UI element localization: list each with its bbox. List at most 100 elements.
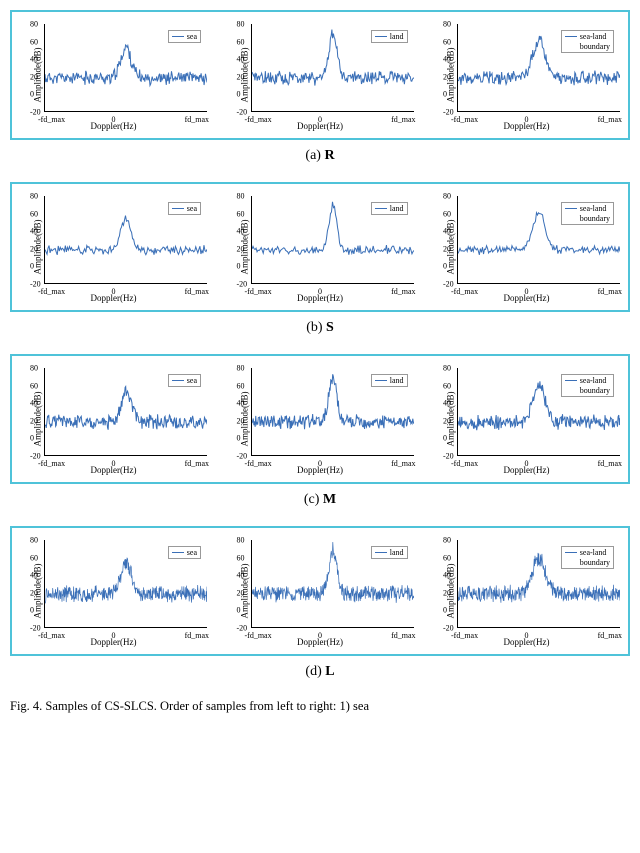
x-axis-label: Doppler(Hz) — [297, 465, 343, 475]
x-tick-left: -fd_max — [245, 287, 272, 296]
axes: sea — [44, 368, 207, 456]
legend-label: sea — [187, 204, 197, 213]
y-axis-label: Amplitude(dB) — [33, 392, 43, 447]
x-tick-left: -fd_max — [451, 459, 478, 468]
panel-R: sea-20020406080-fd_max0fd_maxAmplitude(d… — [10, 10, 630, 140]
y-axis-label: Amplitude(dB) — [239, 392, 249, 447]
subcaption-letter: M — [323, 492, 336, 507]
x-axis-label: Doppler(Hz) — [504, 121, 550, 131]
y-tick: 80 — [237, 364, 245, 373]
x-tick-left: -fd_max — [245, 459, 272, 468]
x-tick-right: fd_max — [185, 287, 209, 296]
y-tick: 80 — [237, 20, 245, 29]
legend-entry: sea — [172, 548, 197, 557]
x-tick-right: fd_max — [185, 459, 209, 468]
x-tick-left: -fd_max — [451, 287, 478, 296]
figure-caption: Fig. 4. Samples of CS-SLCS. Order of sam… — [10, 698, 630, 716]
y-tick: 80 — [30, 20, 38, 29]
axes: sea-landboundary — [457, 196, 620, 284]
subplot-L-0: sea-20020406080-fd_max0fd_maxAmplitude(d… — [16, 536, 211, 646]
subplot-M-1: land-20020406080-fd_max0fd_maxAmplitude(… — [223, 364, 418, 474]
legend-entry: sea-land — [565, 548, 610, 557]
legend-label: sea-land — [580, 548, 607, 557]
y-tick: 60 — [237, 381, 245, 390]
axes: land — [251, 24, 414, 112]
y-axis-label: Amplitude(dB) — [239, 220, 249, 275]
subcaption-M: (c) M — [10, 492, 630, 508]
legend-line-icon — [375, 552, 387, 554]
x-tick-left: -fd_max — [245, 115, 272, 124]
legend: land — [371, 546, 408, 559]
x-tick-right: fd_max — [391, 287, 415, 296]
x-tick-right: fd_max — [598, 459, 622, 468]
x-axis-label: Doppler(Hz) — [297, 293, 343, 303]
subplot-M-2: sea-landboundary-20020406080-fd_max0fd_m… — [429, 364, 624, 474]
y-tick: 80 — [443, 536, 451, 545]
legend-line-icon — [172, 36, 184, 38]
legend-line-icon — [172, 380, 184, 382]
y-tick: 80 — [237, 192, 245, 201]
subcaption-prefix: (b) — [306, 320, 326, 335]
legend-label: boundary — [580, 386, 610, 395]
legend-label: sea — [187, 548, 197, 557]
y-tick: 60 — [237, 553, 245, 562]
y-tick: 60 — [443, 37, 451, 46]
legend-label: boundary — [580, 558, 610, 567]
x-tick-right: fd_max — [391, 459, 415, 468]
y-tick: 60 — [30, 37, 38, 46]
legend-label: land — [390, 32, 404, 41]
subplot-R-0: sea-20020406080-fd_max0fd_maxAmplitude(d… — [16, 20, 211, 130]
subplot-L-2: sea-landboundary-20020406080-fd_max0fd_m… — [429, 536, 624, 646]
x-tick-left: -fd_max — [38, 287, 65, 296]
legend: sea — [168, 546, 201, 559]
legend-label: land — [390, 204, 404, 213]
subplot-S-0: sea-20020406080-fd_max0fd_maxAmplitude(d… — [16, 192, 211, 302]
x-axis-label: Doppler(Hz) — [91, 465, 137, 475]
legend: sea-landboundary — [561, 374, 614, 397]
axes: land — [251, 368, 414, 456]
y-axis-label: Amplitude(dB) — [33, 48, 43, 103]
y-tick: 60 — [237, 209, 245, 218]
legend-line-icon — [565, 380, 577, 382]
subcaption-prefix: (d) — [305, 664, 325, 679]
y-axis-label: Amplitude(dB) — [33, 564, 43, 619]
y-tick: 60 — [30, 553, 38, 562]
subcaption-letter: L — [325, 664, 334, 679]
subplot-S-2: sea-landboundary-20020406080-fd_max0fd_m… — [429, 192, 624, 302]
figure-4: sea-20020406080-fd_max0fd_maxAmplitude(d… — [10, 10, 630, 716]
legend-entry: boundary — [565, 386, 610, 395]
legend-label: land — [390, 376, 404, 385]
legend: sea-landboundary — [561, 30, 614, 53]
subcaption-R: (a) R — [10, 148, 630, 164]
y-axis-label: Amplitude(dB) — [33, 220, 43, 275]
x-tick-right: fd_max — [185, 631, 209, 640]
axes: sea-landboundary — [457, 540, 620, 628]
legend-label: sea — [187, 376, 197, 385]
y-tick: 60 — [443, 553, 451, 562]
legend-entry: land — [375, 548, 404, 557]
legend-entry: sea — [172, 204, 197, 213]
axes: sea — [44, 196, 207, 284]
x-tick-left: -fd_max — [451, 115, 478, 124]
legend: sea — [168, 30, 201, 43]
legend-line-icon — [565, 36, 577, 38]
legend-label: sea-land — [580, 376, 607, 385]
axes: land — [251, 540, 414, 628]
x-axis-label: Doppler(Hz) — [504, 293, 550, 303]
x-tick-left: -fd_max — [245, 631, 272, 640]
legend: land — [371, 202, 408, 215]
x-tick-right: fd_max — [185, 115, 209, 124]
legend-label: sea — [187, 32, 197, 41]
legend: sea-landboundary — [561, 546, 614, 569]
subplot-S-1: land-20020406080-fd_max0fd_maxAmplitude(… — [223, 192, 418, 302]
legend-line-icon — [375, 208, 387, 210]
legend-entry: sea-land — [565, 204, 610, 213]
x-axis-label: Doppler(Hz) — [297, 637, 343, 647]
subcaption-prefix: (c) — [304, 492, 323, 507]
panel-M: sea-20020406080-fd_max0fd_maxAmplitude(d… — [10, 354, 630, 484]
subcaption-letter: R — [324, 148, 334, 163]
axes: sea — [44, 24, 207, 112]
legend-label: boundary — [580, 42, 610, 51]
y-tick: 80 — [30, 192, 38, 201]
legend-entry: sea-land — [565, 32, 610, 41]
